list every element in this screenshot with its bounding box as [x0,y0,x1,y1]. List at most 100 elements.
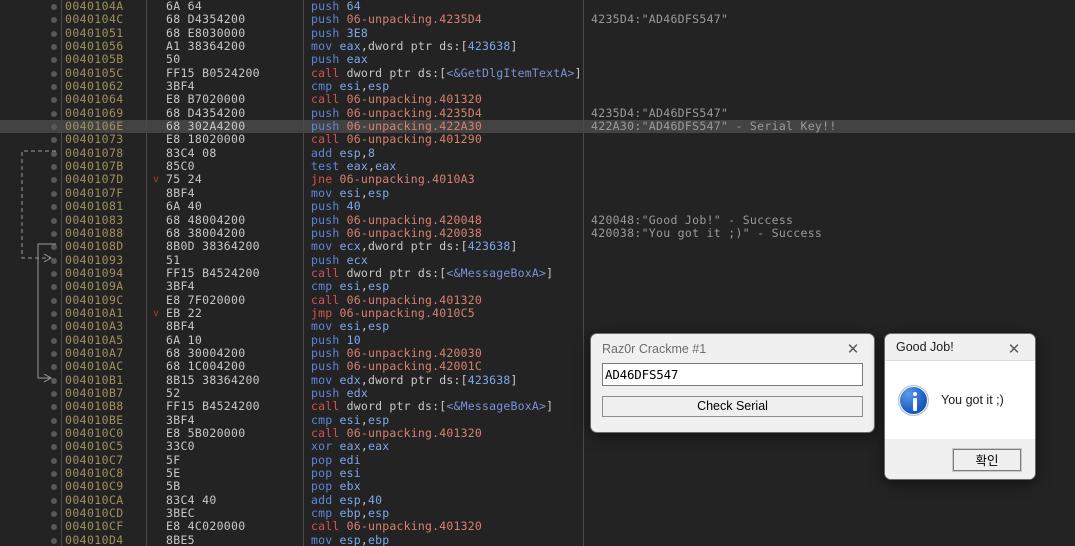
disasm-row[interactable]: 00401093 51 push ecx [0,253,1075,267]
gutter[interactable] [0,27,58,40]
breakpoint-dot-icon[interactable] [51,164,57,171]
gutter[interactable] [0,320,58,333]
gutter[interactable] [0,133,58,146]
breakpoint-dot-icon[interactable] [51,270,57,277]
breakpoint-dot-icon[interactable] [51,137,57,144]
gutter[interactable] [0,440,58,453]
gutter[interactable] [0,520,58,533]
breakpoint-dot-icon[interactable] [51,70,57,77]
breakpoint-dot-icon[interactable] [51,177,57,184]
breakpoint-dot-icon[interactable] [51,190,57,197]
gutter[interactable] [0,427,58,440]
breakpoint-dot-icon[interactable] [51,230,57,237]
breakpoint-dot-icon[interactable] [51,297,57,304]
breakpoint-dot-icon[interactable] [51,364,57,371]
breakpoint-dot-icon[interactable] [51,84,57,91]
gutter[interactable] [0,227,58,240]
disasm-row[interactable]: 0040104C 68 D4354200 push 06-unpacking.423… [0,12,1075,27]
gutter[interactable] [0,80,58,93]
disasm-row[interactable]: 004010A1 v EB 22 jmp 06-unpacking.4010C5 [0,306,1075,321]
disasm-row[interactable]: 0040105B 50 push eax [0,53,1075,67]
gutter[interactable] [0,53,58,66]
gutter[interactable] [0,307,58,320]
disasm-row[interactable]: 00401094 FF15 B4524200 call dword ptr ds:[… [0,266,1075,281]
gutter[interactable] [0,147,58,160]
breakpoint-dot-icon[interactable] [51,124,57,131]
gutter[interactable] [0,400,58,413]
breakpoint-dot-icon[interactable] [51,404,57,411]
gutter[interactable] [0,107,58,120]
breakpoint-dot-icon[interactable] [51,537,57,544]
disasm-row[interactable]: 00401064 E8 B7020000 call 06-unpacking.401… [0,93,1075,107]
breakpoint-dot-icon[interactable] [51,44,57,51]
disasm-row[interactable]: 00401051 68 E8030000 push 3E8 [0,26,1075,41]
breakpoint-dot-icon[interactable] [51,244,57,251]
disasm-row[interactable]: 00401056 A1 38364200 mov eax,dword ptr ds:… [0,39,1075,54]
disasm-row[interactable]: 0040107B 85C0 test eax,eax [0,159,1075,174]
serial-input[interactable]: AD46DFS547 [602,363,863,386]
disasm-row[interactable]: 0040108D 8B0D 38364200 mov ecx,dword ptr d… [0,239,1075,254]
gutter[interactable] [0,480,58,493]
disasm-row[interactable]: 0040105C FF15 B0524200 call dword ptr ds:[… [0,66,1075,81]
breakpoint-dot-icon[interactable] [51,57,57,64]
breakpoint-dot-icon[interactable] [51,97,57,104]
disasm-row[interactable]: 00401062 3BF4 cmp esi,esp [0,79,1075,94]
gutter[interactable] [0,187,58,200]
gutter[interactable] [0,93,58,106]
disasm-row[interactable]: 0040106E 68 302A4200 push 06-unpacking.422… [0,119,1075,134]
close-icon[interactable]: ✕ [993,334,1035,363]
gutter[interactable] [0,494,58,507]
disasm-row[interactable]: 004010A3 8BF4 mov esi,esp [0,319,1075,334]
disasm-row[interactable]: 004010CF E8 4C020000 call 06-unpacking.401… [0,520,1075,534]
breakpoint-dot-icon[interactable] [51,217,57,224]
gutter[interactable] [0,294,58,307]
breakpoint-dot-icon[interactable] [51,150,57,157]
gutter[interactable] [0,414,58,427]
disasm-row[interactable]: 0040109C E8 7F020000 call 06-unpacking.401… [0,293,1075,307]
gutter[interactable] [0,507,58,520]
crackme-dialog[interactable]: Raz0r Crackme #1 ✕ AD46DFS547 Check Seri… [590,333,875,433]
breakpoint-dot-icon[interactable] [51,417,57,424]
breakpoint-dot-icon[interactable] [51,444,57,451]
gutter[interactable] [0,387,58,400]
disasm-row[interactable]: 0040104A 6A 64 push 64 [0,0,1075,14]
breakpoint-dot-icon[interactable] [51,471,57,478]
breakpoint-dot-icon[interactable] [51,257,57,264]
gutter[interactable] [0,173,58,186]
check-serial-button[interactable]: Check Serial [602,396,863,417]
gutter[interactable] [0,240,58,253]
disasm-row[interactable]: 004010CD 3BEC cmp ebp,esp [0,506,1075,521]
breakpoint-dot-icon[interactable] [51,30,57,37]
disasm-row[interactable]: 00401078 83C4 08 add esp,8 [0,146,1075,161]
breakpoint-dot-icon[interactable] [51,284,57,291]
gutter[interactable] [0,160,58,173]
gutter[interactable] [0,360,58,373]
breakpoint-dot-icon[interactable] [51,324,57,331]
disasm-row[interactable]: 0040107D v 75 24 jne 06-unpacking.4010A3 [0,173,1075,187]
ok-button[interactable]: 확인 [953,448,1021,471]
gutter[interactable] [0,534,58,546]
breakpoint-dot-icon[interactable] [51,390,57,397]
breakpoint-dot-icon[interactable] [51,524,57,531]
gutter[interactable] [0,200,58,213]
disasm-row[interactable]: 00401088 68 38004200 push 06-unpacking.420… [0,226,1075,241]
gutter[interactable] [0,454,58,467]
gutter[interactable] [0,120,58,133]
gutter[interactable] [0,254,58,267]
breakpoint-dot-icon[interactable] [51,457,57,464]
disasm-row[interactable]: 004010C9 5B pop ebx [0,480,1075,494]
disasm-row[interactable]: 00401069 68 D4354200 push 06-unpacking.423… [0,106,1075,121]
disasm-row[interactable]: 00401073 E8 18020000 call 06-unpacking.401… [0,133,1075,147]
disasm-row[interactable]: 0040107F 8BF4 mov esi,esp [0,186,1075,201]
disasm-row[interactable]: 00401081 6A 40 push 40 [0,199,1075,214]
gutter[interactable] [0,267,58,280]
breakpoint-dot-icon[interactable] [51,204,57,211]
gutter[interactable] [0,0,58,13]
close-icon[interactable]: ✕ [832,334,874,363]
disasm-row[interactable]: 004010CA 83C4 40 add esp,40 [0,493,1075,508]
breakpoint-dot-icon[interactable] [51,110,57,117]
breakpoint-dot-icon[interactable] [51,497,57,504]
disasm-row[interactable]: 004010D4 8BE5 mov esp,ebp [0,533,1075,546]
breakpoint-dot-icon[interactable] [51,377,57,384]
breakpoint-dot-icon[interactable] [51,310,57,317]
